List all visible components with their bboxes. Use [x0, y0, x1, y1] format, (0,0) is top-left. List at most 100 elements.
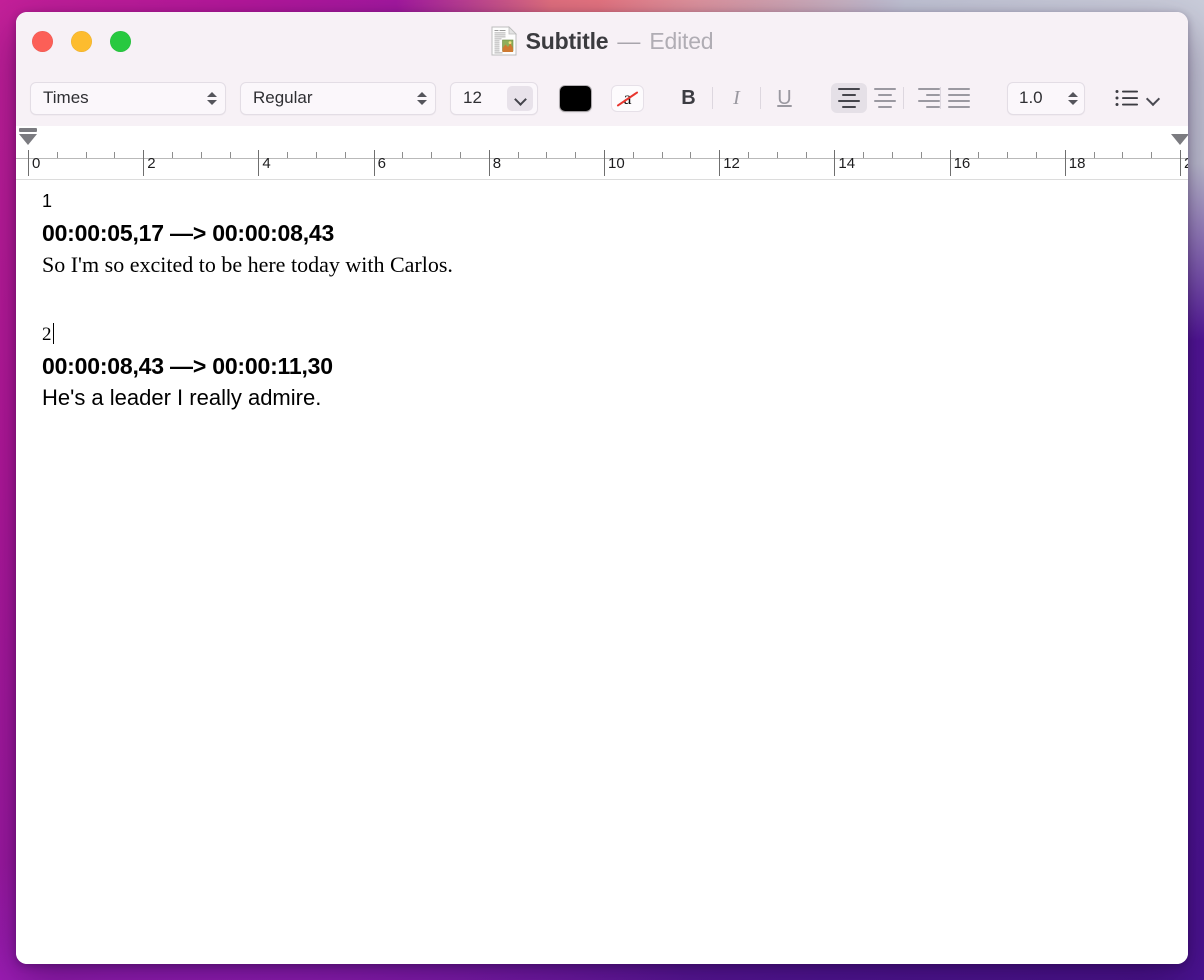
underline-button[interactable]: U — [769, 83, 800, 113]
subtitle-content: 1 00:00:05,17 —> 00:00:08,43 So I'm so exc… — [42, 186, 1188, 414]
ruler-tick-major — [373, 150, 375, 176]
traffic-light-group — [32, 12, 131, 70]
ruler-tick-major — [1180, 150, 1181, 176]
ruler-tick-minor — [575, 152, 577, 158]
font-size-value: 12 — [463, 88, 482, 107]
window-titlebar[interactable]: Subtitle — Edited — [16, 12, 1188, 70]
window-title-group: Subtitle — Edited — [16, 26, 1188, 56]
alignment-button-group — [831, 83, 977, 113]
cue-text: He's a leader I really admire. — [42, 385, 322, 410]
document-text-area[interactable]: 1 00:00:05,17 —> 00:00:08,43 So I'm so exc… — [16, 180, 1188, 964]
ruler-tick-minor — [1093, 152, 1095, 158]
text-cursor — [52, 323, 55, 344]
ruler-tick-minor — [172, 152, 173, 158]
bold-button[interactable]: B — [673, 83, 704, 113]
ruler-tick-minor — [748, 152, 749, 158]
ruler-baseline — [16, 158, 1188, 159]
ruler-tick-minor — [287, 152, 289, 158]
ruler-tick-minor — [690, 152, 692, 158]
ruler-tick-minor — [892, 152, 893, 158]
document-ruler[interactable]: 0 2 4 6 8 10 12 14 16 18 20 — [16, 126, 1188, 180]
ruler-tick-minor — [402, 152, 404, 158]
align-right-button[interactable] — [904, 83, 940, 113]
ruler-number: 14 — [838, 155, 856, 172]
italic-button[interactable]: I — [721, 83, 752, 113]
stepper-updown-icon[interactable] — [415, 87, 428, 109]
line-spacing-select[interactable]: 1.0 — [1007, 81, 1085, 115]
line-spacing-value: 1.0 — [1019, 88, 1043, 107]
ruler-tick-minor — [776, 152, 778, 158]
ruler-number: 20 — [1184, 155, 1188, 172]
ruler-tick-minor — [920, 152, 922, 158]
cue-timecode: 00:00:05,17 —> 00:00:08,43 — [42, 220, 335, 246]
ruler-tick-major — [258, 150, 260, 176]
ruler-tick-minor — [85, 152, 87, 158]
document-status-edited: Edited — [649, 27, 714, 54]
chevron-down-icon[interactable] — [1147, 94, 1160, 102]
font-size-select[interactable]: 12 — [450, 81, 538, 115]
stepper-updown-icon[interactable] — [1066, 87, 1079, 109]
ruler-tick-major — [949, 150, 951, 176]
ruler-tick-minor — [1151, 152, 1153, 158]
cue-timecode: 00:00:08,43 —> 00:00:11,30 — [42, 353, 333, 379]
ruler-tick-major — [1064, 150, 1066, 176]
ruler-number: 10 — [608, 155, 625, 172]
format-toolbar: Times Regular 12 a B I U — [16, 70, 1188, 126]
close-button[interactable] — [32, 30, 53, 52]
toolbar-divider — [760, 87, 761, 109]
ruler-tick-minor — [431, 152, 433, 158]
ruler-tick-minor — [632, 152, 634, 158]
maximize-button[interactable] — [110, 30, 131, 52]
textedit-document-icon — [491, 26, 517, 56]
align-center-button[interactable] — [867, 83, 903, 113]
ruler-tick-minor — [316, 152, 317, 158]
window-title: Subtitle — [525, 27, 609, 54]
ruler-tick-major — [143, 150, 145, 176]
ruler-tick-major — [604, 150, 605, 176]
ruler-tick-minor — [1007, 152, 1009, 158]
text-color-swatch[interactable] — [560, 85, 591, 111]
subtitle-block[interactable]: 1 00:00:05,17 —> 00:00:08,43 So I'm so exc… — [42, 186, 1188, 281]
ruler-number: 0 — [32, 155, 41, 172]
cue-text: So I'm so excited to be here today with … — [42, 252, 453, 277]
chevron-down-icon[interactable] — [507, 85, 533, 111]
list-style-button[interactable] — [1115, 89, 1160, 107]
ruler-tick-minor — [1122, 152, 1124, 158]
ruler-tick-major — [719, 150, 721, 176]
ruler-tick-minor — [863, 152, 865, 158]
ruler-tick-minor — [229, 152, 231, 158]
font-family-value: Times — [43, 88, 89, 107]
ruler-tick-major — [28, 150, 29, 176]
ruler-tick-minor — [661, 152, 663, 158]
ruler-tick-minor — [200, 152, 202, 158]
ruler-tick-minor — [546, 152, 548, 158]
font-style-value: Regular — [253, 88, 313, 107]
ruler-tick-minor — [1036, 152, 1037, 158]
ruler-tick-minor — [805, 152, 807, 158]
font-family-select[interactable]: Times — [30, 81, 226, 115]
ruler-number: 18 — [1068, 155, 1086, 172]
bullet-list-icon — [1115, 90, 1138, 106]
ruler-tick-minor — [460, 152, 461, 158]
align-justify-button[interactable] — [941, 83, 977, 113]
font-style-select[interactable]: Regular — [240, 81, 436, 115]
ruler-number: 12 — [723, 155, 740, 172]
title-separator: — — [617, 27, 641, 54]
ruler-tick-major — [488, 150, 490, 176]
ruler-number: 4 — [262, 155, 271, 172]
align-left-button[interactable] — [831, 83, 867, 113]
ruler-tick-major — [834, 150, 836, 176]
no-highlight-icon[interactable]: a — [612, 85, 643, 111]
textedit-window: Subtitle — Edited Times Regular 12 a — [16, 12, 1188, 964]
subtitle-block[interactable]: 2 00:00:08,43 —> 00:00:11,30 He's a leader… — [42, 319, 1188, 414]
ruler-tick-minor — [114, 152, 116, 158]
cue-index: 1 — [42, 191, 53, 211]
ruler-number: 6 — [377, 155, 386, 172]
minimize-button[interactable] — [71, 30, 92, 52]
toolbar-divider — [712, 87, 713, 109]
ruler-tick-minor — [344, 152, 346, 158]
ruler-number: 2 — [147, 155, 156, 172]
ruler-tick-minor — [517, 152, 519, 158]
ruler-number: 16 — [953, 155, 971, 172]
stepper-updown-icon[interactable] — [205, 87, 218, 109]
